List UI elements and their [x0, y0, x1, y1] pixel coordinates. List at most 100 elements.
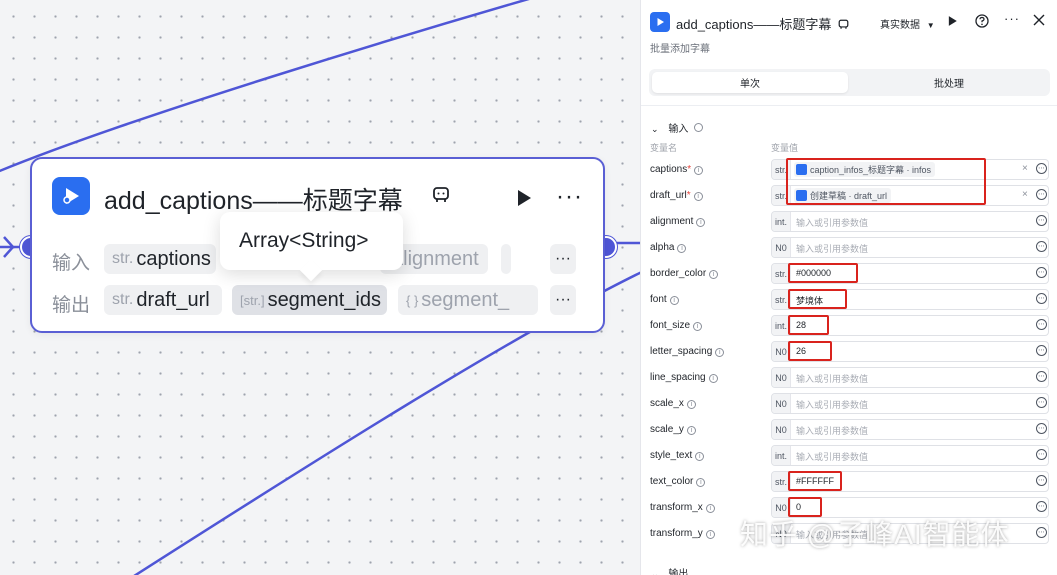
help-icon[interactable] — [975, 14, 989, 31]
output-row-label: 输出 — [52, 295, 91, 316]
info-icon: i — [693, 322, 703, 331]
run-icon[interactable] — [515, 189, 533, 212]
highlight-box-border-color — [788, 263, 858, 283]
column-header-value: 变量值 — [771, 143, 799, 153]
info-icon: i — [695, 452, 705, 461]
watermark: 知乎 @子峰AI智能体 — [740, 519, 1010, 550]
param-label-border-color: border_color i — [650, 268, 719, 279]
expand-editor-icon[interactable]: ⋯ — [1036, 371, 1047, 382]
output-pill-segment[interactable]: { } segment_ — [398, 285, 538, 315]
type-tooltip: Array<String> — [220, 212, 403, 270]
highlight-box-refs — [786, 158, 986, 205]
input-pill-captions[interactable]: str. captions — [104, 244, 216, 274]
param-label-font-size: font_size i — [650, 320, 703, 331]
required-marker: * — [687, 164, 692, 175]
param-field-style-text[interactable]: int. 输入或引用参数值 ⋯ — [771, 445, 1049, 466]
expand-editor-icon[interactable]: ⋯ — [1036, 293, 1047, 304]
param-label-alpha: alpha i — [650, 242, 687, 253]
param-label-font: font i — [650, 294, 679, 305]
param-label-letter-spacing: letter_spacing i — [650, 346, 725, 357]
info-icon: i — [677, 244, 687, 253]
info-icon: i — [686, 400, 696, 409]
panel-subtitle: 批量添加字幕 — [650, 44, 710, 55]
highlight-box-font — [788, 289, 847, 309]
param-type-badge: int. — [772, 212, 791, 231]
info-icon: i — [705, 504, 715, 513]
tab-single[interactable]: 单次 — [652, 72, 848, 93]
clear-icon[interactable]: × — [1022, 189, 1028, 200]
param-placeholder: 输入或引用参数值 — [796, 244, 869, 254]
param-label-style-text: style_text i — [650, 450, 705, 461]
output-more-button[interactable]: ··· — [550, 285, 576, 315]
expand-editor-icon[interactable]: ⋯ — [1036, 345, 1047, 356]
param-field-line-spacing[interactable]: N0 输入或引用参数值 ⋯ — [771, 367, 1049, 388]
param-label-scale-y: scale_y i — [650, 424, 696, 435]
param-type-badge: N0 — [772, 238, 791, 257]
expand-editor-icon[interactable]: ⋯ — [1036, 475, 1047, 486]
input-more-button[interactable]: ··· — [550, 244, 576, 274]
template-icon — [838, 18, 849, 33]
expand-editor-icon[interactable]: ⋯ — [1036, 423, 1047, 434]
chevron-down-icon: ⌄ — [651, 569, 659, 575]
template-icon — [432, 186, 450, 209]
more-options-button[interactable]: ··· — [1004, 11, 1020, 26]
param-placeholder: 输入或引用参数值 — [796, 218, 869, 228]
param-placeholder: 输入或引用参数值 — [796, 374, 869, 384]
param-label-text-color: text_color i — [650, 476, 706, 487]
workflow-canvas[interactable]: add_captions——标题字幕 ··· 输入 str. captions a… — [0, 0, 640, 575]
param-type-badge: N0 — [772, 368, 791, 387]
output-pill-draft-url[interactable]: str. draft_url — [104, 285, 222, 315]
info-icon: i — [715, 348, 725, 357]
expand-editor-icon[interactable]: ⋯ — [1036, 397, 1047, 408]
info-icon: i — [686, 426, 696, 435]
param-label-alignment: alignment i — [650, 216, 706, 227]
more-options-button[interactable]: ··· — [556, 183, 583, 211]
output-section-header[interactable]: ⌄ 输出 — [651, 565, 688, 575]
info-icon — [694, 123, 704, 132]
run-icon[interactable] — [947, 12, 958, 30]
param-label-captions: captions* i — [650, 164, 704, 175]
param-label-line-spacing: line_spacing i — [650, 372, 718, 383]
param-label-scale-x: scale_x i — [650, 398, 696, 409]
divider — [641, 105, 1057, 106]
param-field-alignment[interactable]: int. 输入或引用参数值 ⋯ — [771, 211, 1049, 232]
info-icon: i — [693, 192, 703, 201]
plugin-icon — [650, 12, 670, 32]
data-mode-dropdown[interactable]: 真实数据 ▼ — [880, 16, 935, 31]
param-placeholder: 输入或引用参数值 — [796, 452, 869, 462]
input-section-header[interactable]: ⌄ 输入 — [651, 120, 704, 135]
expand-editor-icon[interactable]: ⋯ — [1036, 319, 1047, 330]
expand-editor-icon[interactable]: ⋯ — [1036, 449, 1047, 460]
param-field-alpha[interactable]: N0 输入或引用参数值 ⋯ — [771, 237, 1049, 258]
highlight-box-text-color — [788, 471, 842, 491]
column-header-name: 变量名 — [650, 143, 678, 153]
param-field-scale-y[interactable]: N0 输入或引用参数值 ⋯ — [771, 419, 1049, 440]
tab-batch[interactable]: 批处理 — [851, 72, 1047, 93]
chevron-down-icon: ⌄ — [651, 124, 659, 134]
expand-editor-icon[interactable]: ⋯ — [1036, 189, 1047, 200]
highlight-box-font-size — [788, 315, 829, 335]
info-icon: i — [708, 374, 718, 383]
plugin-icon — [52, 177, 90, 215]
info-icon: i — [709, 270, 719, 279]
param-label-draft-url: draft_url* i — [650, 190, 703, 201]
highlight-box-letter-spacing — [788, 341, 832, 361]
expand-editor-icon[interactable]: ⋯ — [1036, 527, 1047, 538]
param-field-scale-x[interactable]: N0 输入或引用参数值 ⋯ — [771, 393, 1049, 414]
expand-editor-icon[interactable]: ⋯ — [1036, 267, 1047, 278]
param-type-badge: N0 — [772, 420, 791, 439]
input-row-label: 输入 — [52, 253, 91, 274]
expand-editor-icon[interactable]: ⋯ — [1036, 215, 1047, 226]
expand-editor-icon[interactable]: ⋯ — [1036, 163, 1047, 174]
info-icon: i — [696, 218, 706, 227]
expand-editor-icon[interactable]: ⋯ — [1036, 501, 1047, 512]
node-config-panel: add_captions——标题字幕 批量添加字幕 真实数据 ▼ ··· 单次 … — [640, 0, 1057, 575]
expand-editor-icon[interactable]: ⋯ — [1036, 241, 1047, 252]
clear-icon[interactable]: × — [1022, 163, 1028, 174]
close-icon[interactable] — [1033, 14, 1045, 29]
input-pill-overflow — [501, 244, 511, 274]
panel-title: add_captions——标题字幕 — [676, 14, 849, 33]
required-marker: * — [686, 190, 691, 201]
param-placeholder: 输入或引用参数值 — [796, 426, 869, 436]
output-pill-segment-ids[interactable]: [str.] segment_ids — [232, 285, 387, 315]
